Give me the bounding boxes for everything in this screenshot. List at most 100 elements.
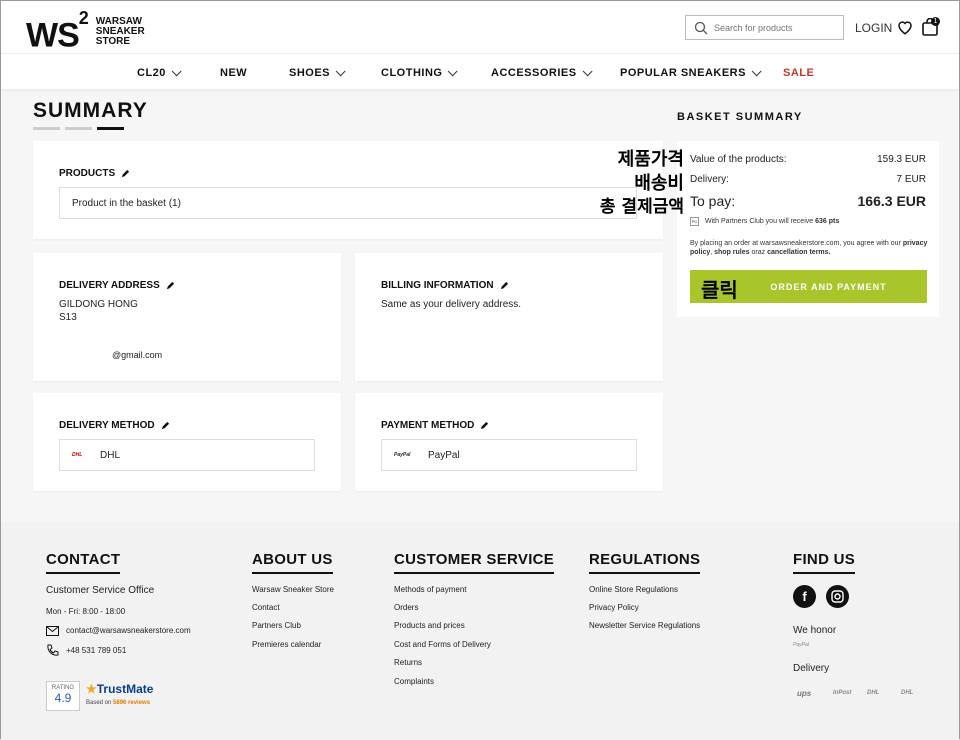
footer-link[interactable]: Returns	[394, 658, 422, 667]
pencil-icon[interactable]	[161, 421, 170, 430]
instagram-icon[interactable]	[826, 585, 849, 608]
dhl-logo: DHL	[72, 452, 83, 458]
rating-badge: RATING 4.9	[46, 681, 80, 711]
search-box[interactable]	[685, 15, 844, 40]
to-pay-row: To pay: 166.3 EUR	[690, 193, 926, 209]
footer-cs-title: CUSTOMER SERVICE	[394, 551, 555, 574]
footer-link[interactable]: Warsaw Sneaker Store	[252, 585, 334, 594]
delivery-method-box[interactable]: DHL DHL	[59, 439, 315, 471]
header: WS2 WARSAW SNEAKER STORE LOGIN 1	[1, 1, 959, 53]
delivery-label: Delivery	[793, 663, 830, 674]
chevron-down-icon	[335, 65, 346, 76]
checkout-steps	[33, 127, 124, 130]
contact-email-link[interactable]: contact@warsawsneakerstore.com	[66, 626, 191, 635]
we-honor-label: We honor	[793, 625, 837, 636]
main-nav: CL20 NEW SHOES CLOTHING ACCESSORIES POPU…	[1, 53, 959, 89]
contact-phone-link[interactable]: +48 531 789 051	[66, 646, 126, 655]
nav-item-accessories[interactable]: ACCESSORIES	[491, 65, 593, 79]
heart-icon[interactable]	[896, 18, 914, 36]
delivery-method-card: DELIVERY METHOD DHL DHL	[33, 393, 341, 491]
step-indicator-active	[97, 127, 124, 130]
footer-about-title: ABOUT US	[252, 551, 333, 574]
delivery-address-card: DELIVERY ADDRESS GILDONG HONG S13 @gmail…	[33, 253, 341, 381]
trustmate-reviews: Based on 5896 reviews	[86, 700, 151, 706]
delivery-email: @gmail.com	[112, 350, 163, 360]
star-icon: ★	[86, 682, 97, 696]
footer-link[interactable]: Privacy Policy	[589, 603, 639, 612]
cancellation-terms-link[interactable]: cancellation terms.	[767, 249, 830, 256]
logo-text: WARSAW SNEAKER STORE	[95, 15, 145, 47]
footer-link[interactable]: Premieres calendar	[252, 640, 321, 649]
value-row: Value of the products: 159.3 EUR	[690, 154, 926, 165]
step-indicator	[33, 127, 60, 130]
partners-club-icon: PC	[690, 217, 699, 226]
footer-link[interactable]: Online Store Regulations	[589, 585, 678, 594]
chevron-down-icon	[171, 65, 182, 76]
pencil-icon[interactable]	[500, 281, 509, 290]
paypal-small-logo: PayPal	[793, 642, 809, 648]
dhl-logo: DHL	[901, 690, 914, 696]
annotation-click: 클릭	[701, 278, 738, 302]
delivery-address-title: DELIVERY ADDRESS	[59, 280, 175, 291]
footer-link[interactable]: Newsletter Service Regulations	[589, 621, 700, 630]
page-title: SUMMARY	[33, 99, 148, 122]
nav-item-shoes[interactable]: SHOES	[289, 65, 346, 79]
dhl-logo: DHL	[867, 690, 880, 696]
payment-method-box[interactable]: PayPal PayPal	[381, 439, 637, 471]
shop-rules-link[interactable]: shop rules	[714, 249, 749, 256]
nav-item-new[interactable]: NEW	[220, 67, 247, 79]
nav-item-cl20[interactable]: CL20	[137, 65, 182, 79]
step-indicator	[65, 127, 92, 130]
annotation-price: 제품가격	[617, 149, 684, 170]
annotation-total: 총 결제금액	[599, 197, 684, 217]
products-card: PRODUCTS Product in the basket (1)	[33, 141, 663, 239]
nav-item-clothing[interactable]: CLOTHING	[381, 65, 459, 79]
products-basket-box[interactable]: Product in the basket (1)	[59, 187, 637, 219]
footer-link[interactable]: Orders	[394, 603, 418, 612]
products-title: PRODUCTS	[59, 168, 130, 179]
search-input[interactable]	[714, 22, 834, 33]
phone-icon	[47, 644, 59, 656]
delivery-row: Delivery: 7 EUR	[690, 174, 926, 185]
payment-method-title: PAYMENT METHOD	[381, 420, 489, 431]
pencil-icon[interactable]	[166, 281, 175, 290]
pencil-icon[interactable]	[121, 169, 130, 178]
delivery-address-line: S13	[59, 312, 77, 323]
mail-icon	[46, 626, 59, 636]
billing-text: Same as your delivery address.	[381, 299, 522, 310]
partners-club-note: PC With Partners Club you will receive 63…	[690, 217, 840, 226]
chevron-down-icon	[582, 65, 593, 76]
delivery-method-title: DELIVERY METHOD	[59, 420, 170, 431]
contact-office: Customer Service Office	[46, 585, 155, 596]
contact-hours: Mon - Fri: 8:00 - 18:00	[46, 607, 126, 616]
footer-link[interactable]: Complaints	[394, 677, 434, 686]
inpost-logo: InPost	[833, 690, 852, 696]
footer-regulations-title: REGULATIONS	[589, 551, 701, 574]
pencil-icon[interactable]	[480, 421, 489, 430]
login-link[interactable]: LOGIN	[855, 21, 892, 35]
logo-mark: WS2	[26, 8, 89, 55]
basket-summary-title: BASKET SUMMARY	[677, 111, 803, 123]
nav-item-sale[interactable]: SALE	[783, 67, 814, 79]
chevron-down-icon	[751, 65, 762, 76]
delivery-name: GILDONG HONG	[59, 299, 138, 310]
facebook-icon[interactable]: f	[793, 585, 816, 608]
chevron-down-icon	[448, 65, 459, 76]
nav-item-popular-sneakers[interactable]: POPULAR SNEAKERS	[620, 65, 762, 79]
footer-link[interactable]: Methods of payment	[394, 585, 466, 594]
search-icon	[694, 21, 708, 34]
agreement-text: By placing an order at warsawsneakerstor…	[690, 240, 928, 256]
footer-find-title: FIND US	[793, 551, 856, 574]
cart-count-badge: 1	[931, 17, 940, 26]
paypal-logo: PayPal	[394, 452, 411, 458]
logo[interactable]: WS2 WARSAW SNEAKER STORE	[26, 8, 145, 55]
footer-link[interactable]: Cost and Forms of Delivery	[394, 640, 491, 649]
trustmate-logo[interactable]: ★TrustMate	[86, 682, 153, 696]
billing-card: BILLING INFORMATION Same as your deliver…	[355, 253, 663, 381]
footer-contact-title: CONTACT	[46, 551, 121, 574]
payment-method-card: PAYMENT METHOD PayPal PayPal	[355, 393, 663, 491]
footer-link[interactable]: Products and prices	[394, 621, 465, 630]
footer-link[interactable]: Partners Club	[252, 621, 301, 630]
footer-link[interactable]: Contact	[252, 603, 280, 612]
ups-logo: ups	[797, 689, 812, 698]
